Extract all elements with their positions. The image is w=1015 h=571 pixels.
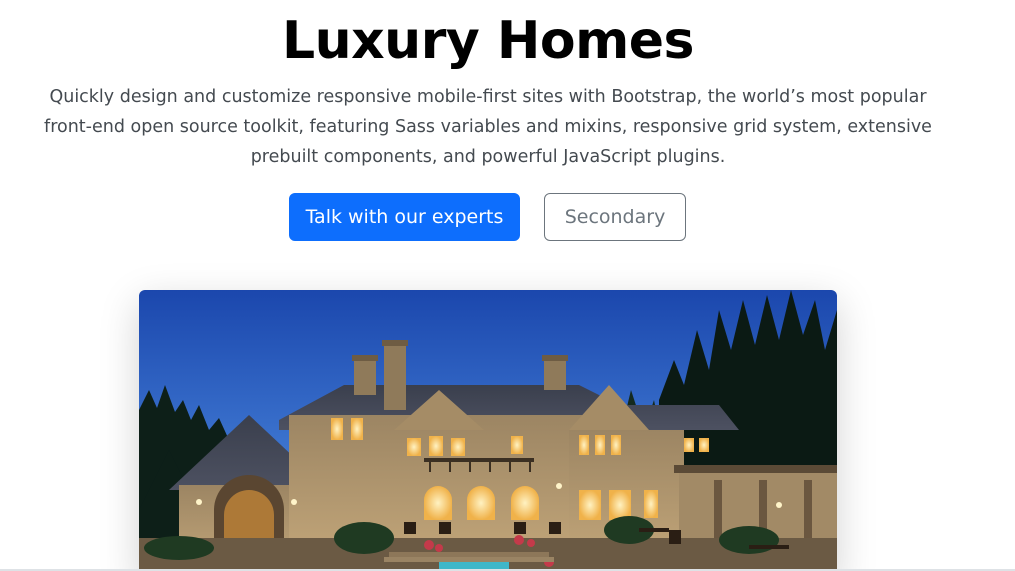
hero-lead-text: Quickly design and customize responsive … [44, 87, 932, 167]
page-title: Luxury Homes [281, 11, 695, 71]
hero-image [139, 290, 837, 571]
secondary-button[interactable]: Secondary [544, 193, 686, 241]
talk-with-experts-button[interactable]: Talk with our experts [289, 193, 520, 241]
luxury-home-photo [139, 290, 837, 571]
